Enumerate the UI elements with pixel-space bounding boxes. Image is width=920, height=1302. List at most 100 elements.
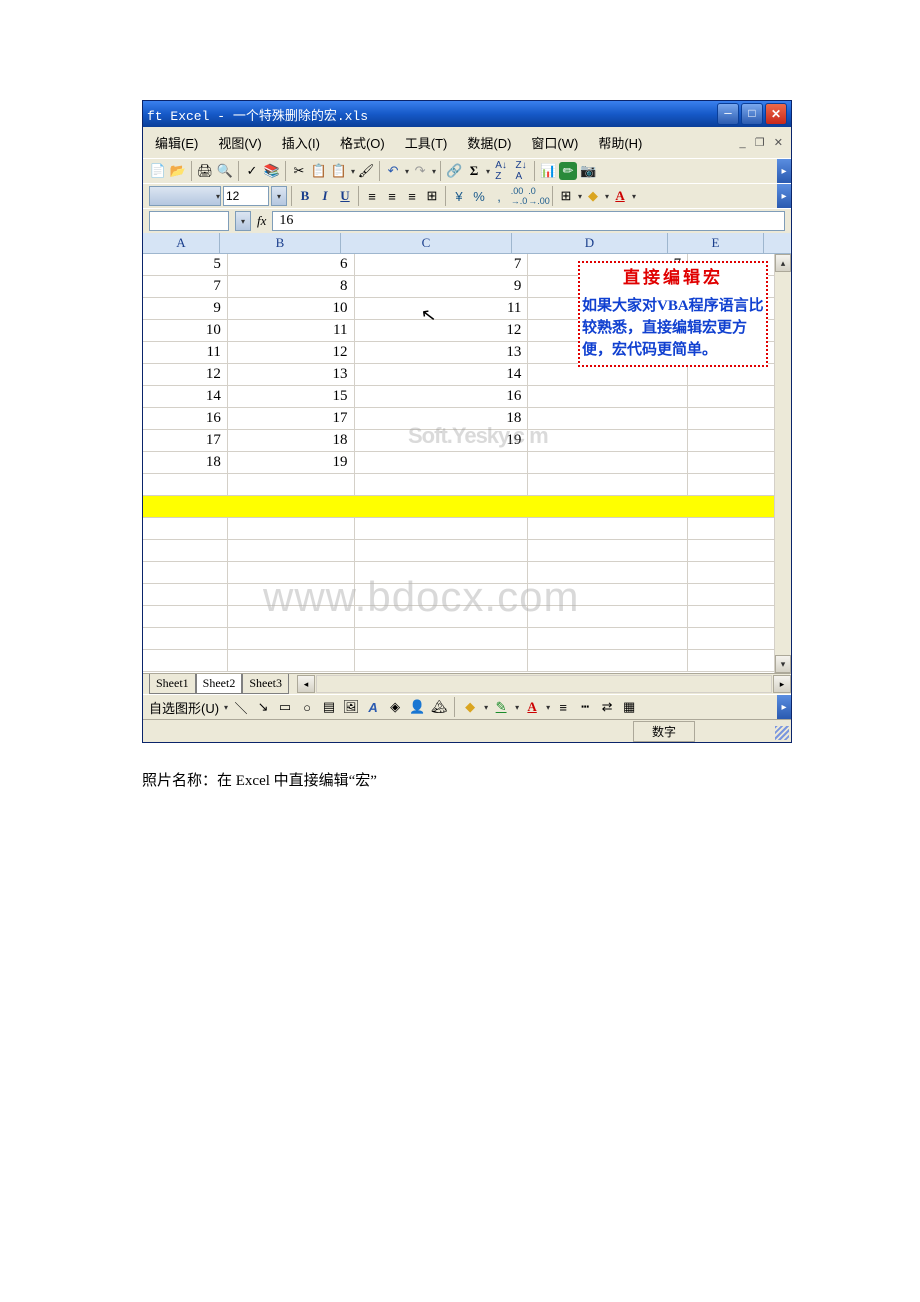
grid-cell[interactable]: 5 [143, 254, 228, 275]
grid-cell[interactable]: 13 [228, 364, 355, 385]
font-size-input[interactable]: 12 [223, 186, 269, 206]
column-headers[interactable]: ABCDE [143, 233, 791, 254]
dropdown-icon[interactable]: ▾ [578, 192, 582, 201]
grid-cell[interactable]: 7 [143, 276, 228, 297]
align-left-icon[interactable]: ≡ [363, 187, 381, 205]
grid-cell[interactable] [355, 650, 529, 671]
grid-cell[interactable] [228, 650, 355, 671]
grid-cell[interactable]: 7 [355, 254, 529, 275]
horizontal-scrollbar[interactable]: ◂ ▸ [297, 675, 791, 693]
menu-window[interactable]: 窗口(W) [527, 131, 582, 154]
arrow-style-icon[interactable]: ⇄ [598, 698, 616, 716]
grid-cell[interactable]: 16 [143, 408, 228, 429]
borders-icon[interactable]: ⊞ [557, 187, 575, 205]
spreadsheet-grid[interactable]: ABCDE 5677789910111011121112131213141415… [143, 233, 791, 673]
font-color-icon[interactable]: A [523, 698, 541, 716]
hyperlink-icon[interactable]: 🔗 [445, 162, 463, 180]
paste-icon[interactable]: 📋 [330, 162, 348, 180]
decrease-decimal-icon[interactable]: .0→.00 [530, 187, 548, 205]
font-size-dropdown[interactable]: ▾ [271, 186, 287, 206]
vertical-scrollbar[interactable]: ▴ ▾ [774, 254, 791, 673]
format-painter-icon[interactable]: 🖌 [357, 162, 375, 180]
sheet-tab[interactable]: Sheet1 [149, 674, 196, 694]
table-row[interactable]: 141516 [143, 386, 791, 408]
wordart-icon[interactable]: A [364, 698, 382, 716]
line-icon[interactable]: ＼ [232, 698, 250, 716]
picture-icon[interactable]: 🏔 [430, 698, 448, 716]
comma-icon[interactable]: , [490, 187, 508, 205]
mdi-controls[interactable]: _ ❐ ✕ [739, 136, 783, 149]
table-row[interactable] [143, 518, 791, 540]
dropdown-icon[interactable]: ▾ [546, 703, 550, 712]
grid-cell[interactable]: 12 [143, 364, 228, 385]
grid-cell[interactable] [355, 628, 529, 649]
grid-cell[interactable] [143, 518, 228, 539]
underline-button[interactable]: U [336, 187, 354, 205]
camera-icon[interactable]: 📷 [579, 162, 597, 180]
scroll-up-button[interactable]: ▴ [775, 254, 791, 272]
open-icon[interactable]: 📂 [169, 162, 187, 180]
dropdown-icon[interactable]: ▾ [432, 167, 436, 176]
column-header[interactable]: A [143, 233, 220, 253]
dropdown-icon[interactable]: ▾ [351, 167, 355, 176]
line-weight-icon[interactable]: ≡ [554, 698, 572, 716]
grid-cell[interactable]: 9 [355, 276, 529, 297]
undo-icon[interactable]: ↶ [384, 162, 402, 180]
grid-cell[interactable] [528, 430, 688, 451]
shadow-icon[interactable]: ▦ [620, 698, 638, 716]
dropdown-icon[interactable]: ▾ [486, 167, 490, 176]
close-button[interactable]: ✕ [765, 103, 787, 125]
dropdown-icon[interactable]: ▾ [484, 703, 488, 712]
dropdown-icon[interactable]: ▾ [632, 192, 636, 201]
align-right-icon[interactable]: ≡ [403, 187, 421, 205]
grid-cell[interactable] [528, 474, 688, 495]
dropdown-icon[interactable]: ▾ [605, 192, 609, 201]
grid-cell[interactable] [528, 364, 688, 385]
formula-input[interactable]: 16 [272, 211, 785, 231]
toolbar-options-icon[interactable]: ▸ [777, 159, 791, 183]
grid-cell[interactable] [528, 540, 688, 561]
clipart-icon[interactable]: 👤 [408, 698, 426, 716]
grid-cell[interactable] [355, 474, 529, 495]
autoshapes-menu[interactable]: 自选图形(U) [149, 698, 219, 717]
grid-cell[interactable] [143, 606, 228, 627]
diagram-icon[interactable]: ◈ [386, 698, 404, 716]
scroll-down-button[interactable]: ▾ [775, 655, 791, 673]
grid-cell[interactable]: 8 [228, 276, 355, 297]
grid-cell[interactable] [355, 540, 529, 561]
oval-icon[interactable]: ○ [298, 698, 316, 716]
grid-cell[interactable]: 11 [355, 298, 529, 319]
toolbar-options-icon[interactable]: ▸ [777, 184, 791, 208]
grid-cell[interactable] [143, 628, 228, 649]
table-row[interactable] [143, 650, 791, 672]
scroll-right-button[interactable]: ▸ [773, 675, 791, 693]
grid-cell[interactable]: 11 [143, 342, 228, 363]
resize-grip[interactable] [775, 726, 789, 740]
grid-cell[interactable]: 16 [355, 386, 529, 407]
grid-cell[interactable] [143, 584, 228, 605]
menu-tools[interactable]: 工具(T) [401, 131, 452, 154]
chart-icon[interactable]: 📊 [539, 162, 557, 180]
dash-style-icon[interactable]: ┅ [576, 698, 594, 716]
grid-cell[interactable]: 9 [143, 298, 228, 319]
drawing-icon[interactable]: ✏ [559, 162, 577, 180]
dropdown-icon[interactable]: ▾ [405, 167, 409, 176]
grid-cell[interactable]: 19 [228, 452, 355, 473]
grid-cell[interactable]: 12 [355, 320, 529, 341]
increase-decimal-icon[interactable]: .00→.0 [510, 187, 528, 205]
grid-cell[interactable] [228, 496, 355, 517]
fill-color-icon[interactable]: ◆ [584, 187, 602, 205]
grid-cell[interactable] [143, 474, 228, 495]
grid-cell[interactable] [528, 386, 688, 407]
grid-cell[interactable]: 13 [355, 342, 529, 363]
grid-cell[interactable]: 18 [228, 430, 355, 451]
copy-icon[interactable]: 📋 [310, 162, 328, 180]
menu-help[interactable]: 帮助(H) [594, 131, 646, 154]
grid-cell[interactable]: 11 [228, 320, 355, 341]
bold-button[interactable]: B [296, 187, 314, 205]
dropdown-icon[interactable]: ▾ [515, 703, 519, 712]
sheet-tab[interactable]: Sheet2 [196, 674, 243, 694]
name-box[interactable] [149, 211, 229, 231]
grid-cell[interactable] [228, 518, 355, 539]
title-bar[interactable]: ft Excel - 一个特殊删除的宏.xls ─ □ ✕ [143, 101, 791, 127]
